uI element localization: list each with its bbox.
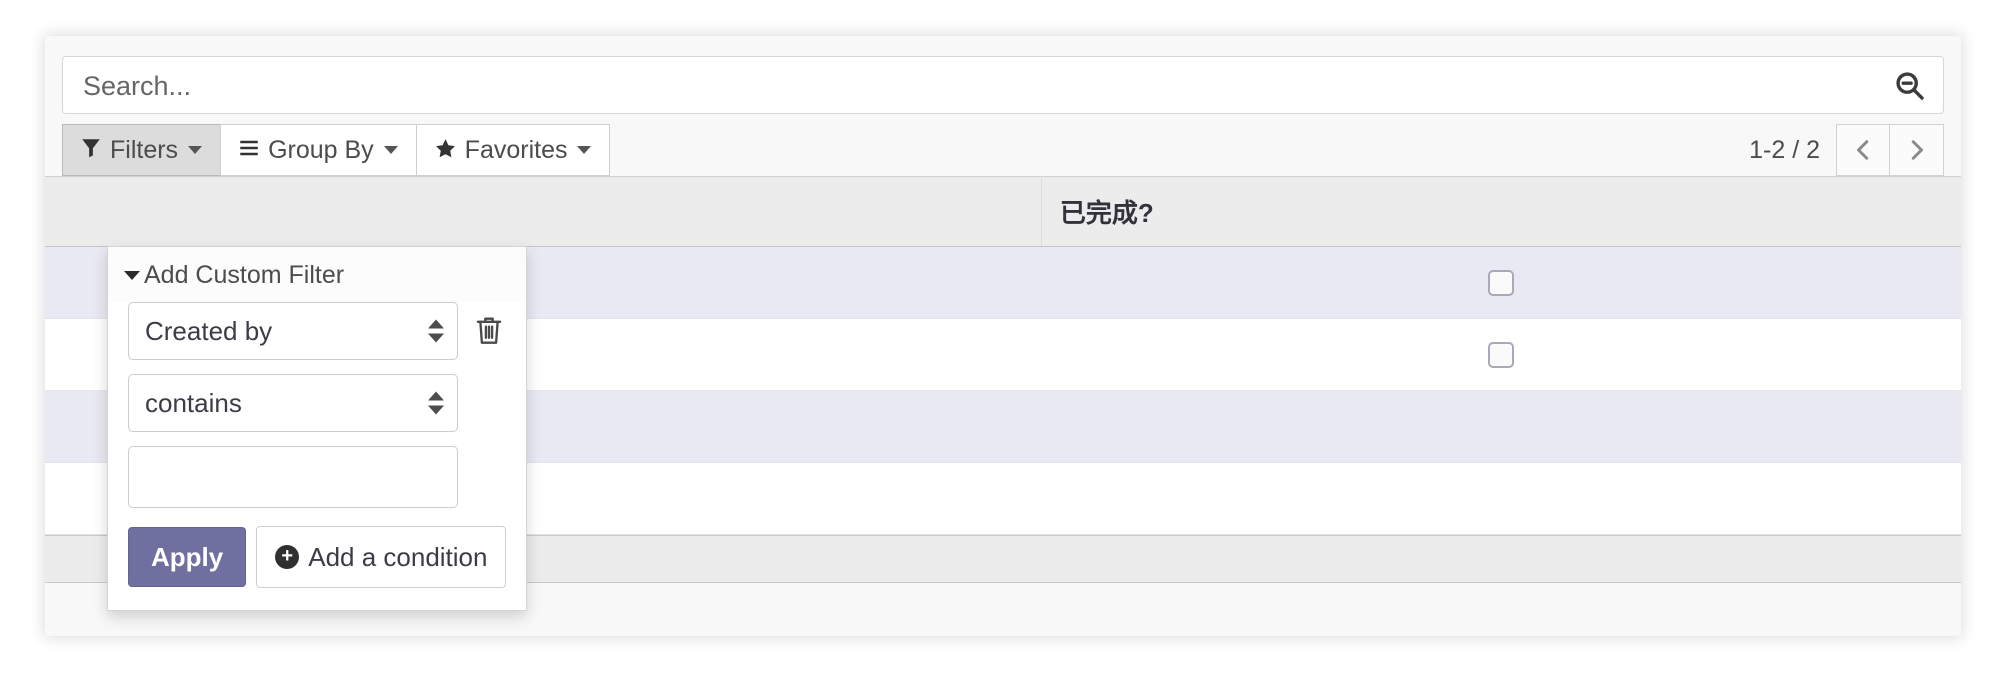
apply-button[interactable]: Apply <box>128 527 247 587</box>
star-icon <box>435 138 456 163</box>
completed-checkbox[interactable] <box>1488 342 1515 369</box>
search-input[interactable] <box>81 57 1873 115</box>
pager-next-button[interactable] <box>1890 124 1944 176</box>
updown-spinner-icon <box>428 391 444 415</box>
filter-field-value: Created by <box>145 315 273 346</box>
filters-button-label: Filters <box>110 135 179 164</box>
chevron-left-icon <box>1857 140 1869 160</box>
filter-value-row <box>128 446 506 508</box>
group-by-button-label: Group By <box>268 135 374 164</box>
filters-button[interactable]: Filters <box>62 124 221 176</box>
filter-operator-select[interactable]: contains <box>128 374 458 432</box>
add-custom-filter-label: Add Custom Filter <box>144 261 345 289</box>
completed-checkbox[interactable] <box>1488 270 1515 297</box>
row-cell-completed <box>1041 246 1961 319</box>
favorites-button[interactable]: Favorites <box>415 124 611 176</box>
row-cell-completed <box>1041 390 1961 463</box>
add-custom-filter-toggle[interactable]: Add Custom Filter <box>108 247 526 302</box>
magnifier-minus-icon[interactable] <box>1893 69 1927 103</box>
search-toolbar: Filters Group By Favorites 1-2 / 2 <box>62 124 1944 176</box>
filter-operator-value: contains <box>145 387 242 418</box>
filter-button-group: Filters Group By Favorites <box>62 124 611 176</box>
filter-value-input[interactable] <box>128 446 458 508</box>
pager: 1-2 / 2 <box>1749 124 1944 176</box>
group-by-button[interactable]: Group By <box>220 124 416 176</box>
trash-icon[interactable] <box>474 315 504 347</box>
filter-actions: Apply + Add a condition <box>128 526 507 588</box>
column-header-completed[interactable]: 已完成? <box>1041 176 1961 247</box>
column-header-blank[interactable] <box>45 176 1042 247</box>
chevron-right-icon <box>1911 140 1923 160</box>
hamburger-icon <box>239 138 259 162</box>
add-condition-button[interactable]: + Add a condition <box>256 526 507 588</box>
search-bar[interactable] <box>62 56 1944 115</box>
updown-spinner-icon <box>428 319 444 343</box>
chevron-down-icon <box>383 146 398 154</box>
filter-operator-row: contains <box>128 374 506 432</box>
filter-field-select[interactable]: Created by <box>128 302 458 360</box>
favorites-button-label: Favorites <box>464 135 568 164</box>
chevron-down-icon <box>188 146 203 154</box>
row-cell-completed <box>1041 318 1961 391</box>
table-header-row: 已完成? <box>45 176 1961 247</box>
plus-circle-icon: + <box>275 545 300 569</box>
chevron-down-icon <box>577 146 592 154</box>
pager-previous-button[interactable] <box>1836 124 1890 176</box>
custom-filter-body: Created by contains Apply + Add a condit… <box>108 302 526 588</box>
filter-field-row: Created by <box>128 302 506 360</box>
funnel-icon <box>81 138 101 162</box>
add-condition-label: Add a condition <box>308 541 488 572</box>
row-cell-completed <box>1041 462 1961 535</box>
control-panel: Filters Group By <box>45 36 1961 176</box>
list-view-card: Filters Group By <box>45 36 1961 636</box>
filters-dropdown-menu: Add Custom Filter Created by contains Ap… <box>107 246 527 611</box>
pager-label: 1-2 / 2 <box>1749 135 1820 164</box>
caret-down-icon <box>124 271 140 280</box>
